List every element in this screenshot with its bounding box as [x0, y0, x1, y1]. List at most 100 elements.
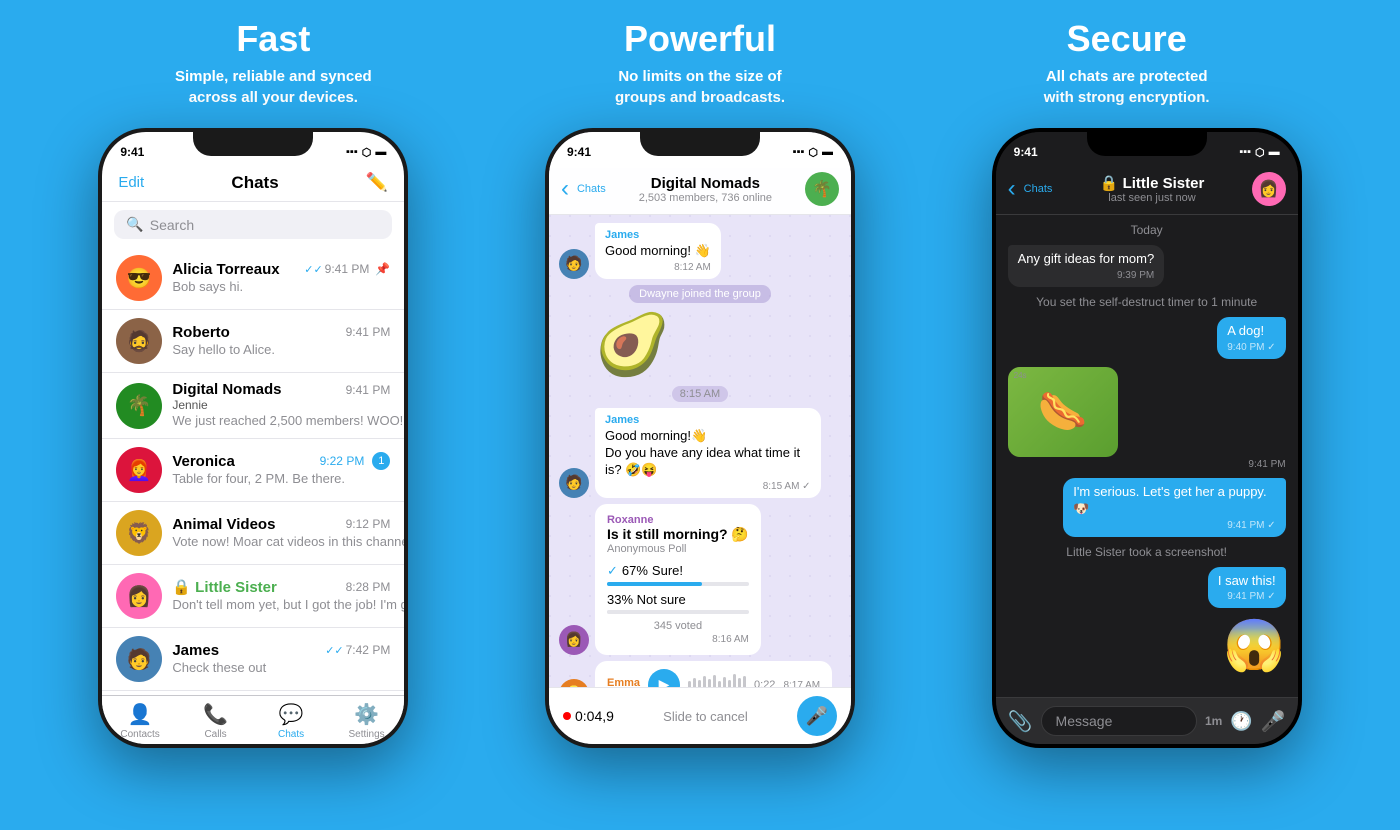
list-item[interactable]: 🧔 Roberto 9:41 PM Say hello to Alice. — [102, 310, 404, 373]
message-time: 8:12 AM — [605, 262, 711, 273]
calls-icon: 📞 — [203, 702, 228, 727]
edit-button[interactable]: Edit — [118, 174, 144, 191]
compose-button[interactable]: ✏️ — [366, 172, 388, 193]
secure-title: Secure — [933, 18, 1320, 60]
message-group: A dog! 9:40 PM ✓ — [1008, 317, 1286, 359]
phone-fast: 9:41 ▪▪▪ ⬡ ▬ Edit Chats ✏️ 🔍 Search — [98, 128, 408, 748]
chat-time: 8:28 PM — [346, 580, 391, 594]
chat-preview: Bob says hi. — [172, 279, 243, 294]
search-placeholder: Search — [150, 217, 194, 233]
message-input[interactable]: Message — [1041, 706, 1197, 736]
chat-time: 9:22 PM — [320, 454, 365, 468]
search-bar[interactable]: 🔍 Search — [114, 210, 392, 239]
avatar: 😎 — [116, 255, 162, 301]
list-item[interactable]: 🧑 James ✓✓ 7:42 PM Check these out — [102, 628, 404, 691]
phone-secure: 9:41 ▪▪▪ ⬡ ▬ ‹ Chats 🔒 Little Sister las… — [992, 128, 1302, 748]
chat-preview: Vote now! Moar cat videos in this channe… — [172, 534, 404, 549]
check-icon: ✓✓ — [304, 263, 322, 276]
tab-chats[interactable]: 💬 Chats — [253, 702, 329, 740]
unread-badge: 1 — [372, 452, 390, 470]
message-time: 8:17 AM — [783, 680, 820, 687]
header-row: Fast Simple, reliable and syncedacross a… — [0, 0, 1400, 118]
chat-info: Veronica 9:22 PM 1 Table for four, 2 PM.… — [172, 452, 390, 488]
chat-name: James — [172, 642, 219, 659]
wave-bar — [708, 679, 711, 687]
message-time: 9:41 PM ✓ — [1073, 520, 1275, 531]
timer-image-group: 24s 🌭 9:41 PM — [1008, 367, 1286, 470]
back-label[interactable]: Chats — [577, 183, 606, 195]
recording-dot — [563, 712, 571, 720]
group-name: Digital Nomads — [614, 175, 797, 192]
poll-bar-fill — [607, 582, 702, 586]
system-message: You set the self-destruct timer to 1 min… — [1008, 295, 1286, 309]
poll-option: ✓ 67% Sure! — [607, 563, 749, 586]
play-button[interactable]: ▶ — [648, 669, 680, 687]
dark-chat-sub: last seen just now — [1060, 192, 1243, 204]
message-group: 👩 Roxanne Is it still morning? 🤔 Anonymo… — [559, 504, 841, 655]
voice-content: ▶ — [648, 669, 775, 687]
tab-calls[interactable]: 📞 Calls — [178, 702, 254, 740]
chat-info: James ✓✓ 7:42 PM Check these out — [172, 642, 390, 677]
chats-icon: 💬 — [279, 702, 304, 727]
list-item[interactable]: 🦉 Study Group 7:36 PM Emma — [102, 691, 404, 695]
battery-icon-3: ▬ — [1269, 146, 1280, 158]
poll-bubble: Roxanne Is it still morning? 🤔 Anonymous… — [595, 504, 761, 655]
voice-sender: Emma — [607, 677, 640, 687]
attachment-button[interactable]: 📎 — [1008, 709, 1033, 734]
tab-contacts[interactable]: 👤 Contacts — [102, 702, 178, 740]
message-time: 9:41 PM ✓ — [1218, 591, 1276, 602]
chat-time: 7:42 PM — [346, 643, 391, 657]
dark-back-button[interactable]: ‹ — [1008, 177, 1016, 201]
chat-preview: Don't tell mom yet, but I got the job! I… — [172, 597, 404, 612]
wave-bar — [693, 678, 696, 687]
avatar: 🦁 — [116, 510, 162, 556]
tab-settings-label: Settings — [349, 729, 385, 740]
poll-option-sure-text: Sure! — [652, 563, 683, 578]
mic-button[interactable]: 🎤 — [797, 696, 837, 736]
secure-column-header: Secure All chats are protectedwith stron… — [913, 18, 1340, 108]
phones-row: 9:41 ▪▪▪ ⬡ ▬ Edit Chats ✏️ 🔍 Search — [0, 118, 1400, 748]
message-time: 9:39 PM — [1018, 270, 1155, 281]
chat-preview: Check these out — [172, 660, 266, 675]
tab-calls-label: Calls — [204, 729, 226, 740]
phone-powerful: 9:41 ▪▪▪ ⬡ ▬ ‹ Chats Digital Nomads 2,50… — [545, 128, 855, 748]
message-group: 🧑 James Good morning!👋Do you have any id… — [559, 408, 841, 498]
list-item[interactable]: 👩‍🦰 Veronica 9:22 PM 1 Table for four, 2… — [102, 439, 404, 502]
wave-bar — [698, 680, 701, 687]
list-item[interactable]: 🦁 Animal Videos 9:12 PM Vote now! Moar c… — [102, 502, 404, 565]
chat-name: Digital Nomads — [172, 381, 281, 398]
sender-avatar: 🧑 — [559, 249, 589, 279]
secure-subtitle: All chats are protectedwith strong encry… — [933, 66, 1320, 108]
screenshot-notice: Little Sister took a screenshot! — [1008, 545, 1286, 559]
poll-option-label: ✓ 67% Sure! — [607, 563, 683, 579]
status-icons-3: ▪▪▪ ⬡ ▬ — [1239, 146, 1279, 159]
group-avatar: 🌴 — [805, 172, 839, 206]
poll-option-label: 33% Not sure — [607, 592, 686, 607]
chat-nav-bar: Edit Chats ✏️ — [102, 168, 404, 202]
settings-icon: ⚙️ — [354, 702, 379, 727]
chat-info: Alicia Torreaux ✓✓ 9:41 PM 📌 Bob says hi… — [172, 261, 390, 296]
wifi-icon: ⬡ — [362, 146, 372, 159]
list-item[interactable]: 🌴 Digital Nomads 9:41 PM Jennie We just … — [102, 373, 404, 439]
poll-option: 33% Not sure — [607, 592, 749, 614]
tab-settings[interactable]: ⚙️ Settings — [329, 702, 405, 740]
mic-button[interactable]: 🎤 — [1261, 709, 1286, 734]
wave-bar — [728, 680, 731, 687]
message-time: 9:40 PM ✓ — [1227, 342, 1275, 353]
list-item[interactable]: 😎 Alicia Torreaux ✓✓ 9:41 PM 📌 Bob sa — [102, 247, 404, 310]
chat-name: Veronica — [172, 453, 235, 470]
list-item[interactable]: 👩 🔒 Little Sister 8:28 PM Don't tell mom… — [102, 565, 404, 628]
chat-info: Digital Nomads 9:41 PM Jennie We just re… — [172, 381, 390, 430]
chat-name: Animal Videos — [172, 516, 275, 533]
recording-bar: 0:04,9 Slide to cancel 🎤 — [549, 687, 851, 744]
date-header: Today — [1008, 223, 1286, 237]
poll-bar-bg-2 — [607, 610, 749, 614]
wave-bar — [738, 678, 741, 687]
chat-info: Roberto 9:41 PM Say hello to Alice. — [172, 324, 390, 359]
dark-back-label[interactable]: Chats — [1024, 183, 1053, 195]
wave-bar — [733, 674, 736, 687]
check-icon: ✓✓ — [325, 644, 343, 657]
message-bubble: Any gift ideas for mom? 9:39 PM — [1008, 245, 1165, 287]
back-button[interactable]: ‹ — [561, 177, 569, 201]
sender-name: James — [605, 229, 711, 241]
